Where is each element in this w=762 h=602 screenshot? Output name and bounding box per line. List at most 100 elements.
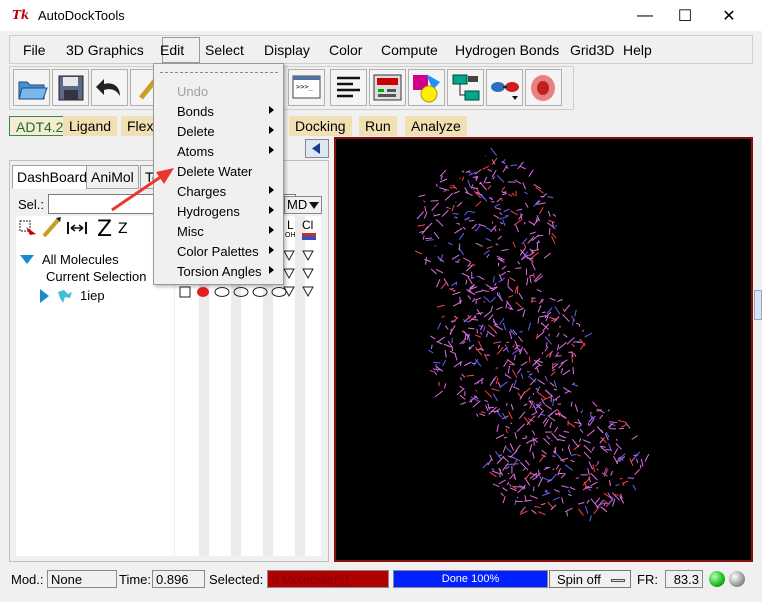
bond — [607, 409, 610, 412]
bond — [505, 428, 508, 434]
tearoff-line[interactable] — [160, 72, 278, 73]
bond — [509, 473, 515, 480]
tab-adt42[interactable]: ADT4.2 — [9, 116, 71, 136]
menu-hydrogen-bonds[interactable]: Hydrogen Bonds — [455, 42, 559, 58]
3d-viewer[interactable] — [334, 137, 753, 562]
row3-display-toggles[interactable] — [179, 286, 319, 299]
collapse-panel-button[interactable] — [305, 139, 329, 158]
bond — [453, 315, 458, 319]
bond — [528, 169, 534, 177]
current-selection-label[interactable]: Current Selection — [46, 269, 146, 284]
terminal-icon[interactable]: >>>_ — [288, 69, 325, 106]
bond — [519, 165, 526, 170]
monitor-icon[interactable] — [369, 69, 406, 106]
bond — [535, 241, 541, 244]
menu-help[interactable]: Help — [623, 42, 652, 58]
menu-grid3d[interactable]: Grid3D — [570, 42, 614, 58]
maximize-icon[interactable]: ☐ — [662, 0, 708, 31]
undo-arrow-icon[interactable] — [91, 69, 128, 106]
bond — [518, 336, 523, 343]
edit-menu-item-atoms[interactable]: Atoms — [154, 142, 283, 162]
bond — [511, 349, 519, 355]
pencil-tool-icon — [42, 217, 61, 238]
bond — [490, 147, 497, 156]
tab-docking[interactable]: Docking — [289, 116, 352, 136]
grey-status-led-icon[interactable] — [729, 571, 745, 587]
bond — [587, 468, 590, 476]
network-icon[interactable] — [447, 69, 484, 106]
expand-down-icon[interactable] — [20, 255, 34, 267]
bond — [493, 214, 500, 219]
tree-item-1iep[interactable]: 1iep — [40, 288, 160, 306]
bond — [591, 446, 595, 451]
bond — [621, 424, 627, 428]
bond — [478, 324, 482, 328]
title-bar: Tk AutoDockTools — ☐ ✕ — [0, 0, 762, 31]
bond — [459, 385, 465, 390]
bond — [463, 331, 469, 338]
menu-compute[interactable]: Compute — [381, 42, 438, 58]
shapes-icon[interactable] — [408, 69, 445, 106]
bond — [537, 410, 545, 419]
bond — [561, 497, 564, 504]
tab-analyze[interactable]: Analyze — [405, 116, 467, 136]
bond — [498, 228, 501, 231]
spin-menu-button[interactable]: Spin off — [549, 570, 631, 588]
bond — [482, 165, 490, 170]
tab-dashboard[interactable]: DashBoard — [12, 165, 93, 189]
tab-run[interactable]: Run — [359, 116, 397, 136]
bond — [498, 479, 506, 485]
edit-menu-item-torsion-angles[interactable]: Torsion Angles — [154, 262, 283, 282]
menu-edit[interactable]: Edit — [160, 42, 184, 58]
edit-menu-item-delete[interactable]: Delete — [154, 122, 283, 142]
bond — [590, 481, 598, 487]
tree-item-all-molecules[interactable]: All Molecules — [20, 252, 170, 270]
align-text-icon[interactable] — [330, 69, 367, 106]
bond — [489, 471, 497, 478]
bond — [561, 485, 569, 488]
menu-display[interactable]: Display — [264, 42, 310, 58]
bond — [542, 311, 546, 314]
bond — [592, 401, 598, 407]
bond — [568, 448, 572, 455]
open-folder-icon[interactable] — [13, 69, 50, 106]
green-status-led-icon[interactable] — [709, 571, 725, 587]
bond — [644, 453, 650, 462]
bond — [437, 336, 445, 343]
bond — [483, 249, 490, 255]
bond — [462, 257, 471, 263]
bond — [520, 361, 528, 366]
bond — [514, 286, 518, 294]
menu-color[interactable]: Color — [329, 42, 362, 58]
bond — [590, 472, 598, 481]
bond — [550, 370, 556, 377]
bond — [505, 341, 510, 344]
edit-menu-item-bonds[interactable]: Bonds — [154, 102, 283, 122]
tab-ligand[interactable]: Ligand — [63, 116, 118, 136]
color-swatch-icon[interactable] — [302, 233, 316, 240]
menu-3d-graphics[interactable]: 3D Graphics — [66, 42, 144, 58]
bond — [539, 476, 542, 480]
expand-right-icon[interactable] — [40, 289, 50, 303]
close-icon[interactable]: ✕ — [706, 0, 752, 31]
save-disk-icon[interactable] — [52, 69, 89, 106]
row2-triangles[interactable] — [283, 268, 319, 280]
stereo-glasses-icon[interactable] — [486, 69, 523, 106]
edit-menu-item-misc[interactable]: Misc — [154, 222, 283, 242]
edit-menu-item-color-palettes[interactable]: Color Palettes — [154, 242, 283, 262]
surface-icon[interactable] — [525, 69, 562, 106]
bond — [547, 195, 554, 199]
bond — [596, 468, 599, 471]
bond — [510, 403, 514, 411]
protein-structure — [414, 147, 650, 522]
bond — [466, 374, 475, 377]
md-selector[interactable]: MD — [284, 196, 322, 214]
menu-select[interactable]: Select — [205, 42, 244, 58]
row1-triangles[interactable] — [283, 250, 319, 262]
menu-file[interactable]: File — [23, 42, 46, 58]
bond — [499, 221, 504, 225]
bond — [543, 252, 551, 259]
bond — [611, 492, 621, 501]
bond — [563, 333, 568, 338]
bond — [421, 226, 429, 235]
